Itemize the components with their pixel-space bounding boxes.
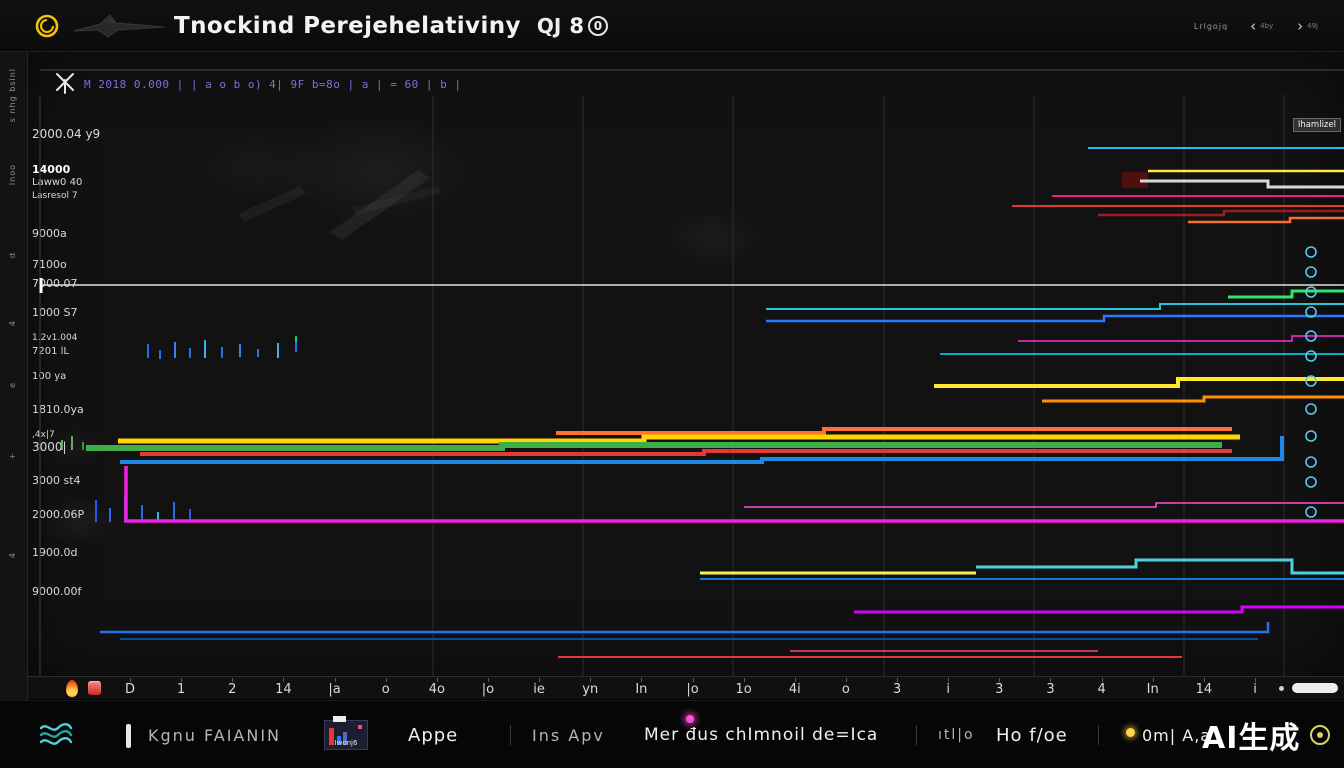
y-axis-label: 7100o [32,258,67,271]
x-axis-label: i [1253,682,1257,697]
chart-area[interactable] [28,52,1344,676]
x-axis-label: 4o [429,682,445,697]
toolbar-divider-bar [126,724,131,748]
x-axis-label: 2 [228,682,236,697]
x-axis-label: In [1147,682,1159,697]
y-axis-label: 2000.06P [32,508,84,521]
chevron-right-icon: › [1297,19,1303,34]
sidebar-label: 4 [8,320,17,326]
y-axis-label: 1.2v1.004 [32,333,77,343]
toolbar-item-appe[interactable]: Appe [408,701,458,768]
x-axis-label: 4 [1097,682,1105,697]
x-axis-label: o [382,682,390,697]
yellow-dot-icon [1126,728,1135,737]
x-axis-label: 1 [177,682,185,697]
y-axis-label: ,4x|7 [32,430,55,440]
x-axis-label: yn [582,682,598,697]
y-axis-label: 2000.04 y9 [32,127,100,141]
toolbar-separator [1098,725,1099,745]
y-axis-label: 7201 lL [32,346,69,357]
sidebar-label: s nhg bsinl [8,68,17,122]
y-axis-label: 1900.0d [32,546,77,559]
x-axis-label: 14 [1196,682,1213,697]
title-badge-prefix: QJ [537,14,561,38]
y-axis-label: 1810.0ya [32,403,84,416]
nav-next-caption: 49j [1307,23,1318,30]
x-axis[interactable]: D 1 2 14 |a o 4o |o ie yn In |o 1o 4i o 3 i 3 3 4 In 14 i [28,676,1344,700]
y-axis-label: 9000a [32,227,67,240]
toolbar-item-ho-prefix: ıtl|o [938,701,975,768]
title-badge-circled: 0 [588,16,608,36]
toolbar-item-ho[interactable]: Ho f/oe [996,701,1068,768]
bottom-toolbar: Kgnu FAIANIN Iwonj6 Appe Ins Apv Mer đus… [0,700,1344,768]
h-scrollbar-thumb[interactable] [1292,683,1338,693]
mini-chart-caption: Iwonj6 [325,739,367,747]
left-sidebar: s nhg bsinl lnoo d 4 e +4 [0,52,28,768]
app-window: Tnockind Perejehelativiny QJ 8 0 Lrlgojq… [0,0,1344,768]
toolbar-item-kgnu[interactable]: Kgnu FAIANIN [148,701,281,768]
sidebar-label: 4 [8,552,17,558]
ai-watermark: AI生成 [1202,701,1300,768]
x-axis-label: 4i [789,682,801,697]
sidebar-label: e [8,382,17,388]
nav-prev-button[interactable]: ‹ 4by [1248,17,1275,36]
app-title: Tnockind Perejehelativiny [174,13,521,39]
asterisk-icon [54,70,76,94]
mini-flag-icon [333,716,346,722]
x-axis-label: 3 [1046,682,1054,697]
x-axis-label: 3 [995,682,1003,697]
mini-pink-dot [358,725,362,729]
x-axis-label: 3 [893,682,901,697]
x-axis-label: |o [686,682,698,697]
x-axis-label: o [842,682,850,697]
x-axis-label: |a [328,682,340,697]
legend-chip: Ihamlizel [1293,118,1341,132]
watermark-circle-icon [1310,725,1330,745]
pink-dot-icon [686,715,694,723]
y-axis-label: 9000.00f [32,585,81,598]
waves-icon[interactable] [38,701,74,768]
y-axis-label: 100 ya [32,371,66,382]
x-axis-label: D [125,682,135,697]
x-axis-label: ie [533,682,545,697]
topbar: Tnockind Perejehelativiny QJ 8 0 Lrlgojq… [0,0,1344,52]
y-axis-label: 7000.07 [32,277,78,290]
x-axis-label: 1o [736,682,752,697]
flame-icon [66,680,78,697]
toolbar-item-mer[interactable]: Mer đus chImnoil de=Ica [644,701,878,768]
chevron-left-icon: ‹ [1250,19,1256,34]
x-axis-label: |o [482,682,494,697]
toolbar-separator [916,725,917,745]
x-axis-label: i [946,682,950,697]
y-axis-label: 1000 S7 [32,306,77,319]
nav-next-button[interactable]: › 49j [1295,17,1320,36]
sidebar-label: d [8,252,17,258]
scrollbar-dot [1279,686,1284,691]
toolbar-separator [510,725,511,745]
y-axis-label: 14000 [32,163,70,176]
x-axis-label: In [635,682,647,697]
y-axis-labels: 2000.04 y9 14000Laww0 40 Lasresol 7 9000a 71… [30,0,150,700]
topbar-right-group: Lrlgojq ‹ 4by › 49j [1194,0,1320,52]
y-axis-label: Laww0 40 [32,177,82,188]
status-ring-icon[interactable] [34,13,60,39]
red-lamp-icon [88,681,101,695]
formula-readout: M 2018 0.000 | | a o b o) 4| 9F b=8o | a… [84,78,462,91]
toolbar-item-aa[interactable]: 0m| A,a [1142,701,1211,768]
sidebar-label: + [8,452,17,460]
title-badge-number: 8 [569,14,584,38]
jet-logo-icon [74,11,166,41]
nav-prev-caption: 4by [1260,23,1273,30]
y-axis-label: 3000| [32,440,67,454]
topbar-right-label: Lrlgojq [1194,22,1228,31]
mini-chart-icon[interactable]: Iwonj6 [324,720,368,750]
toolbar-item-ins-apv[interactable]: Ins Apv [532,701,605,768]
sidebar-label: lnoo [8,164,17,185]
x-axis-label: 14 [275,682,292,697]
y-axis-label: Lasresol 7 [32,191,78,201]
y-axis-label: 3000 st4 [32,474,81,487]
